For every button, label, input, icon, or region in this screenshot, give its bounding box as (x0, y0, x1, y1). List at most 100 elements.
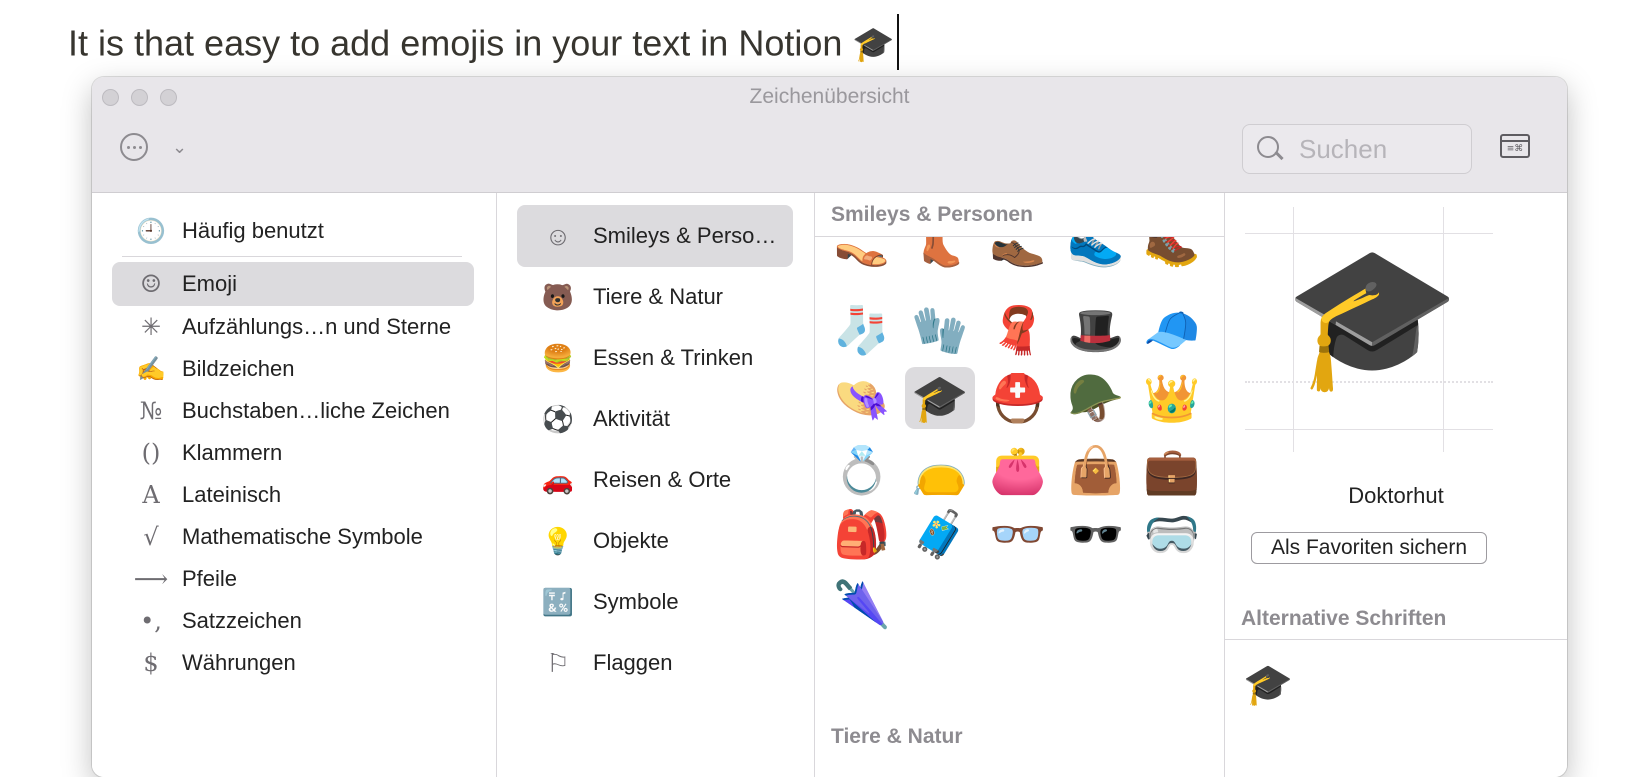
preview-emoji: 🎓 (1285, 238, 1460, 395)
sidebar-item-label: Buchstaben…liche Zeichen (182, 398, 450, 423)
emoji-cell[interactable]: 👛 (983, 439, 1053, 501)
titlebar: Zeichenübersicht ⌄ ≡⌘ (92, 77, 1567, 193)
emoji-cell[interactable]: 🎒 (827, 503, 897, 565)
inline-emoji: 🎓 (852, 25, 895, 64)
symbols-icon: 🔣 (541, 586, 575, 617)
add-to-favorites-button[interactable]: Als Favoriten sichern (1251, 532, 1487, 564)
character-viewer-window: Zeichenübersicht ⌄ ≡⌘ 🕘 Häufig benutzt ☺ Em… (92, 77, 1567, 777)
category-item[interactable]: ☺ Smileys & Perso… (517, 205, 793, 267)
emoji-cell[interactable]: 🕶️ (1061, 503, 1131, 565)
sidebar-item-label: Häufig benutzt (182, 218, 324, 243)
sidebar-item[interactable]: ✳ Aufzählungs…n und Sterne (112, 305, 474, 349)
category-item[interactable]: 🚗 Reisen & Orte (517, 449, 793, 511)
text-cursor (896, 14, 899, 70)
sidebar-item[interactable]: A Lateinisch (112, 473, 474, 517)
chevron-down-icon[interactable]: ⌄ (172, 137, 187, 158)
left-sidebar: 🕘 Häufig benutzt ☺ Emoji ✳ Aufzählungs…n und … (92, 193, 497, 777)
punctuation-icon: •, (140, 607, 162, 635)
sidebar-item-label: Klammern (182, 440, 283, 465)
emoji-cell[interactable]: 👓 (983, 503, 1053, 565)
writing-hand-icon: ✍ (136, 355, 166, 383)
category-item[interactable]: 🐻 Tiere & Natur (517, 266, 793, 328)
sidebar-item[interactable]: 🕘 Häufig benutzt (112, 209, 474, 253)
search-icon (1255, 134, 1285, 164)
sidebar-item[interactable]: ✍ Bildzeichen (112, 347, 474, 391)
category-label: Smileys & Perso… (593, 223, 777, 248)
emoji-cell[interactable]: 👝 (905, 439, 975, 501)
emoji-cell[interactable]: 👒 (827, 367, 897, 429)
dollar-icon: $ (143, 649, 159, 677)
alternative-fonts-title: Alternative Schriften (1241, 607, 1447, 630)
numero-icon: № (139, 397, 163, 425)
asterisk-icon: ✳ (140, 313, 162, 341)
section-title: Smileys & Personen (815, 193, 1224, 237)
sidebar-item-label: Pfeile (182, 566, 238, 591)
sidebar-item-label: Emoji (182, 271, 238, 296)
bear-icon: 🐻 (541, 281, 575, 312)
sidebar-item-label: Lateinisch (182, 482, 282, 507)
emoji-cell[interactable]: 🧤 (905, 299, 975, 361)
emoji-cell[interactable]: 🧦 (827, 299, 897, 361)
emoji-cell[interactable]: 👑 (1137, 367, 1207, 429)
emoji-preview: 🎓 (1245, 207, 1493, 452)
search-field[interactable] (1242, 124, 1472, 174)
category-label: Objekte (593, 528, 669, 553)
category-label: Symbole (593, 589, 679, 614)
emoji-cell[interactable]: 💼 (1137, 439, 1207, 501)
emoji-cell[interactable]: 🪖 (1061, 367, 1131, 429)
emoji-cell[interactable]: 🎩 (1061, 299, 1131, 361)
sidebar-item[interactable]: •, Satzzeichen (112, 599, 474, 643)
category-list: ☺ Smileys & Perso… 🐻 Tiere & Natur 🍔 Essen & … (497, 193, 815, 777)
food-icon: 🍔 (541, 342, 575, 373)
emoji-cell[interactable]: 🌂 (827, 573, 897, 635)
soccer-ball-icon: ⚽ (541, 403, 575, 434)
category-item[interactable]: 🍔 Essen & Trinken (517, 327, 793, 389)
sidebar-item[interactable]: ⟶ Pfeile (112, 557, 474, 601)
category-label: Tiere & Natur (593, 284, 724, 309)
emoji-cell[interactable]: 🧢 (1137, 299, 1207, 361)
category-item[interactable]: 🔣 Symbole (517, 571, 793, 633)
square-root-icon: √ (143, 523, 159, 551)
category-label: Aktivität (593, 406, 671, 431)
sidebar-item[interactable]: () Klammern (112, 431, 474, 475)
clock-icon: 🕘 (136, 217, 166, 245)
alternative-font-emoji[interactable]: 🎓 (1243, 661, 1293, 708)
window-title: Zeichenübersicht (749, 85, 910, 108)
sidebar-item[interactable]: ☺ Emoji (112, 262, 474, 306)
category-label: Essen & Trinken (593, 345, 754, 370)
emoji-cell[interactable]: 🧳 (905, 503, 975, 565)
document-text-line[interactable]: It is that easy to add emojis in your te… (68, 14, 899, 74)
sidebar-item[interactable]: $ Währungen (112, 641, 474, 685)
category-item[interactable]: 💡 Objekte (517, 510, 793, 572)
viewer-body: 🕘 Häufig benutzt ☺ Emoji ✳ Aufzählungs…n und … (92, 193, 1567, 777)
detail-panel: 🎓 Doktorhut Als Favoriten sichern Altern… (1225, 193, 1567, 777)
smiley-icon: ☺ (544, 220, 572, 251)
emoji-cell[interactable]: 👜 (1061, 439, 1131, 501)
latin-a-icon: A (142, 481, 160, 509)
category-item[interactable]: ⚽ Aktivität (517, 388, 793, 450)
document-text: It is that easy to add emojis in your te… (68, 22, 843, 64)
emoji-cell[interactable]: 🥽 (1137, 503, 1207, 565)
category-label: Reisen & Orte (593, 467, 732, 492)
emoji-cell[interactable]: 🧣 (983, 299, 1053, 361)
next-section-title: Tiere & Natur (831, 725, 963, 748)
flag-icon: ⚐ (546, 647, 570, 678)
keyboard-viewer-icon[interactable]: ≡⌘ (1500, 134, 1530, 158)
emoji-cell[interactable]: 💍 (827, 439, 897, 501)
more-options-icon[interactable] (120, 133, 148, 161)
emoji-cell[interactable]: 🎓 (905, 367, 975, 429)
car-building-icon: 🚗 (541, 464, 575, 495)
category-label: Flaggen (593, 650, 673, 675)
sidebar-item-label: Aufzählungs…n und Sterne (182, 314, 452, 339)
emoji-cell[interactable]: ⛑️ (983, 367, 1053, 429)
sidebar-item-label: Währungen (182, 650, 296, 675)
search-input[interactable] (1299, 133, 1459, 165)
arrow-icon: ⟶ (133, 565, 169, 593)
category-item[interactable]: ⚐ Flaggen (517, 632, 793, 694)
emoji-grid: Smileys & Personen Tiere & Natur 👡 👢 👞 👟 🥾 🧦 🧤… (815, 193, 1225, 777)
parentheses-icon: () (141, 439, 161, 467)
sidebar-item[interactable]: № Buchstaben…liche Zeichen (112, 389, 474, 433)
smiley-icon: ☺ (140, 270, 162, 298)
emoji-name: Doktorhut (1348, 483, 1444, 508)
sidebar-item[interactable]: √ Mathematische Symbole (112, 515, 474, 559)
